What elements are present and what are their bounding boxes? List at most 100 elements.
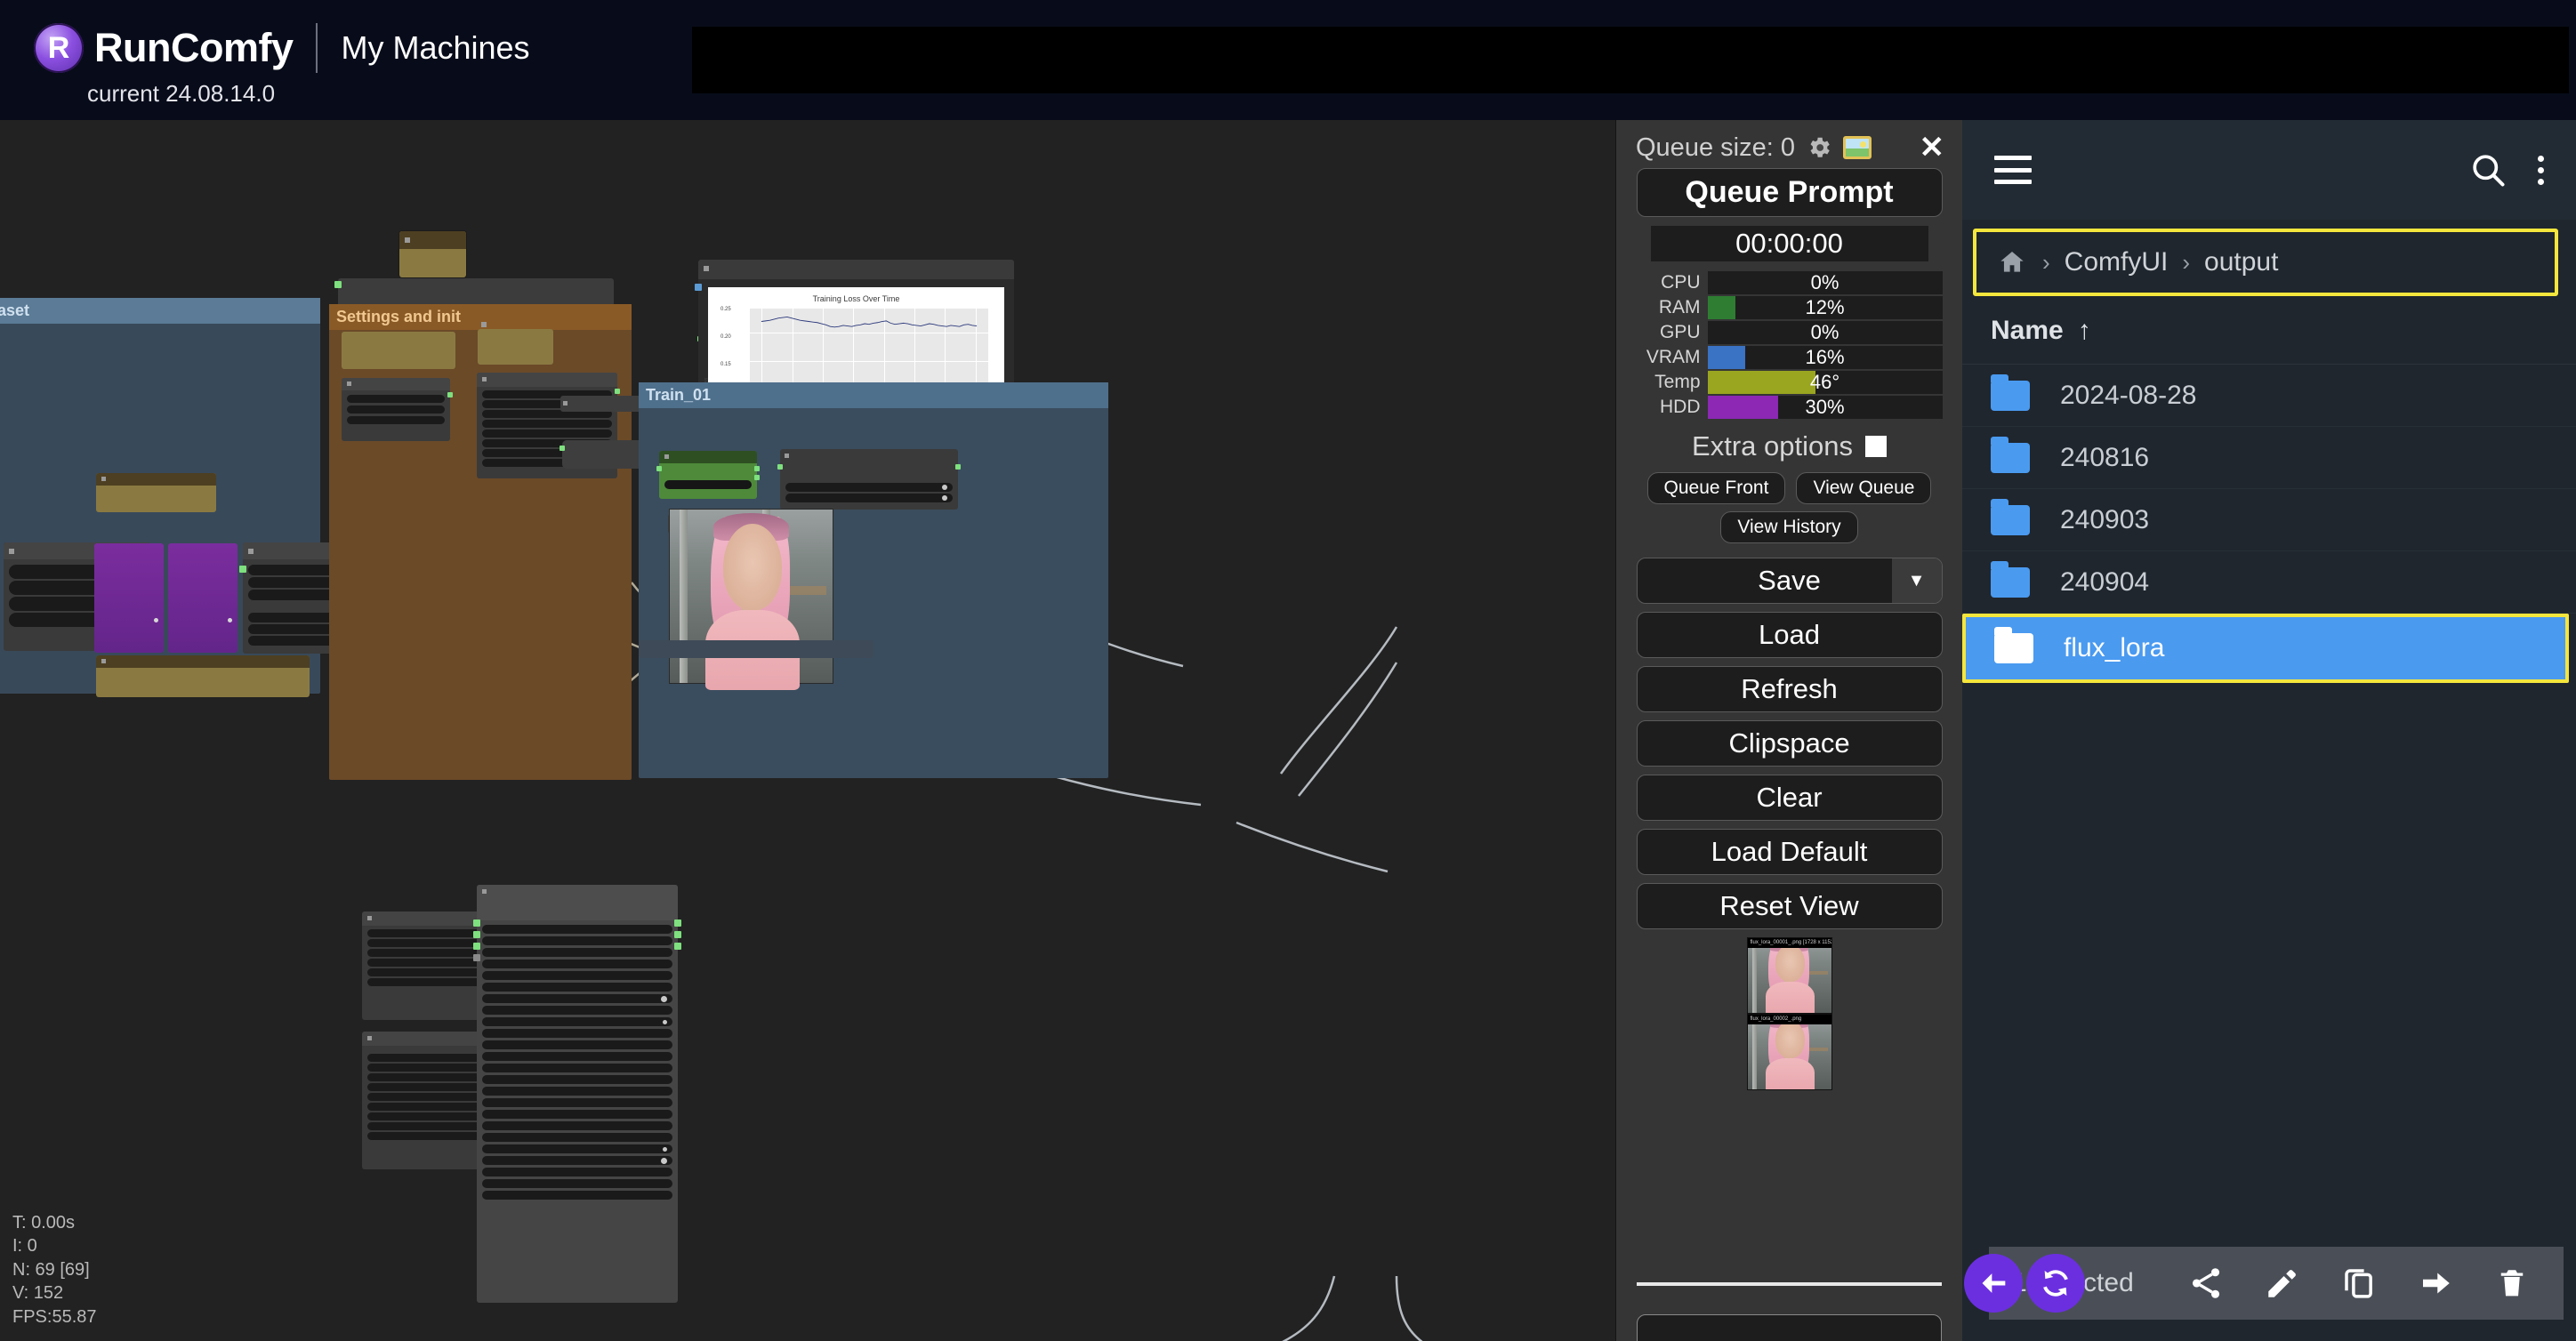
queue-front-button[interactable]: Queue Front [1646, 472, 1786, 504]
node-graph-canvas[interactable]: Training Loss Over Time 0.25 0.20 0.15 a… [0, 120, 1615, 1341]
node-output-port[interactable] [674, 943, 681, 950]
node-widget-row[interactable] [482, 430, 612, 438]
node-widget-knob[interactable] [663, 1147, 667, 1152]
node-output-port[interactable] [754, 466, 760, 471]
chevron-down-icon[interactable]: ▼ [1891, 558, 1942, 603]
hamburger-icon[interactable] [1994, 156, 2032, 184]
file-row-selected[interactable]: flux_lora [1962, 614, 2569, 683]
clipspace-button[interactable]: Clipspace [1636, 720, 1943, 767]
node-widget-row[interactable] [482, 1087, 672, 1096]
node-widget-row[interactable] [347, 416, 445, 424]
view-queue-button[interactable]: View Queue [1796, 472, 1932, 504]
share-icon[interactable] [2187, 1265, 2225, 1302]
node-widget-row[interactable] [482, 420, 612, 428]
clear-button[interactable]: Clear [1636, 775, 1943, 821]
node-input-port[interactable] [559, 446, 565, 451]
node-widget-row[interactable] [482, 1133, 672, 1142]
graph-node-prompt-a[interactable] [342, 332, 455, 369]
node-widget-row[interactable] [482, 1191, 672, 1200]
breadcrumb-item-comfyui[interactable]: ComfyUI [2065, 247, 2169, 277]
load-default-button[interactable]: Load Default [1636, 829, 1943, 875]
node-collapse-dot[interactable] [664, 454, 669, 459]
kebab-menu-icon[interactable] [2538, 155, 2544, 185]
queue-thumbnail[interactable]: flux_lora_00001_.png [1728 x 1152] Flux … [1746, 937, 1832, 1014]
node-widget-row[interactable] [482, 1075, 672, 1084]
node-widget-knob[interactable] [661, 1158, 667, 1164]
rename-icon[interactable] [2264, 1265, 2301, 1302]
node-widget-row[interactable] [482, 925, 672, 934]
node-widget-knob[interactable] [154, 618, 158, 622]
node-collapse-dot[interactable] [248, 549, 254, 554]
node-input-port[interactable] [473, 943, 480, 950]
node-collapse-dot[interactable] [405, 237, 410, 243]
node-collapse-dot[interactable] [367, 916, 372, 920]
queue-prompt-button[interactable]: Queue Prompt [1636, 168, 1943, 217]
node-collapse-dot[interactable] [101, 477, 106, 481]
file-row[interactable]: 240903 [1962, 489, 2576, 551]
node-widget-row[interactable] [482, 1052, 672, 1061]
node-widget-row[interactable] [482, 1144, 672, 1153]
node-widget-row[interactable] [482, 936, 672, 945]
node-widget-row[interactable] [482, 1121, 672, 1130]
copy-icon[interactable] [2340, 1265, 2378, 1302]
node-widget-row[interactable] [347, 395, 445, 403]
extra-options-checkbox[interactable] [1864, 436, 1887, 457]
node-input-port[interactable] [656, 466, 662, 471]
node-input-port[interactable] [473, 919, 480, 927]
breadcrumb-item-output[interactable]: output [2204, 247, 2278, 277]
graph-node-tan-small[interactable] [399, 231, 466, 277]
node-widget-knob[interactable] [942, 495, 947, 501]
node-widget-row[interactable] [482, 971, 672, 980]
node-input-port[interactable] [473, 954, 480, 961]
node-widget-knob[interactable] [228, 618, 232, 622]
node-widget-row[interactable] [482, 960, 672, 968]
close-icon[interactable]: ✕ [1920, 132, 1945, 163]
queue-thumbnail[interactable]: flux_lora_00002_.png [1746, 1014, 1832, 1090]
node-input-port[interactable] [334, 281, 342, 288]
node-widget-knob[interactable] [663, 1020, 667, 1024]
node-widget-row[interactable] [482, 1006, 672, 1015]
node-widget-row[interactable] [482, 983, 672, 992]
node-widget-row[interactable] [785, 483, 953, 492]
node-output-port[interactable] [674, 919, 681, 927]
node-input-port[interactable] [473, 931, 480, 938]
node-collapse-dot[interactable] [785, 454, 789, 458]
reset-view-button[interactable]: Reset View [1636, 883, 1943, 929]
node-collapse-dot[interactable] [482, 377, 487, 381]
node-collapse-dot[interactable] [481, 322, 487, 327]
node-widget-row[interactable] [664, 480, 752, 489]
node-widget-row[interactable] [482, 1029, 672, 1038]
node-output-port[interactable] [754, 475, 760, 480]
node-collapse-dot[interactable] [482, 889, 487, 894]
graph-node-purple-b[interactable] [168, 543, 237, 653]
node-output-port[interactable] [674, 931, 681, 938]
node-collapse-dot[interactable] [347, 381, 351, 386]
node-widget-row[interactable] [482, 1110, 672, 1119]
graph-node-purple-a[interactable] [94, 543, 164, 653]
node-output-port[interactable] [955, 464, 961, 470]
node-output-port[interactable] [447, 392, 453, 397]
delete-icon[interactable] [2493, 1265, 2531, 1302]
move-icon[interactable] [2417, 1265, 2454, 1302]
view-history-button[interactable]: View History [1720, 511, 1858, 543]
file-row[interactable]: 240816 [1962, 427, 2576, 489]
back-arrow-icon[interactable] [1964, 1254, 2023, 1313]
node-widget-row[interactable] [482, 1064, 672, 1072]
graph-node-config-a[interactable] [342, 378, 453, 441]
node-widget-row[interactable] [482, 1098, 672, 1107]
graph-node-tan-wide[interactable] [96, 655, 310, 697]
node-collapse-dot[interactable] [101, 659, 106, 663]
nav-my-machines[interactable]: My Machines [341, 29, 529, 67]
node-widget-row[interactable] [785, 494, 953, 502]
node-widget-knob[interactable] [942, 485, 947, 490]
node-widget-row[interactable] [482, 1017, 672, 1026]
node-widget-row[interactable] [482, 1040, 672, 1049]
node-widget-row[interactable] [347, 406, 445, 414]
node-output-port[interactable] [615, 389, 620, 394]
node-collapse-dot[interactable] [367, 1036, 372, 1040]
node-widget-row[interactable] [482, 948, 672, 957]
node-widget-row[interactable] [482, 994, 672, 1003]
sync-icon[interactable] [2026, 1254, 2085, 1313]
node-collapse-dot[interactable] [704, 266, 709, 271]
queue-bottom-button[interactable] [1637, 1314, 1942, 1341]
